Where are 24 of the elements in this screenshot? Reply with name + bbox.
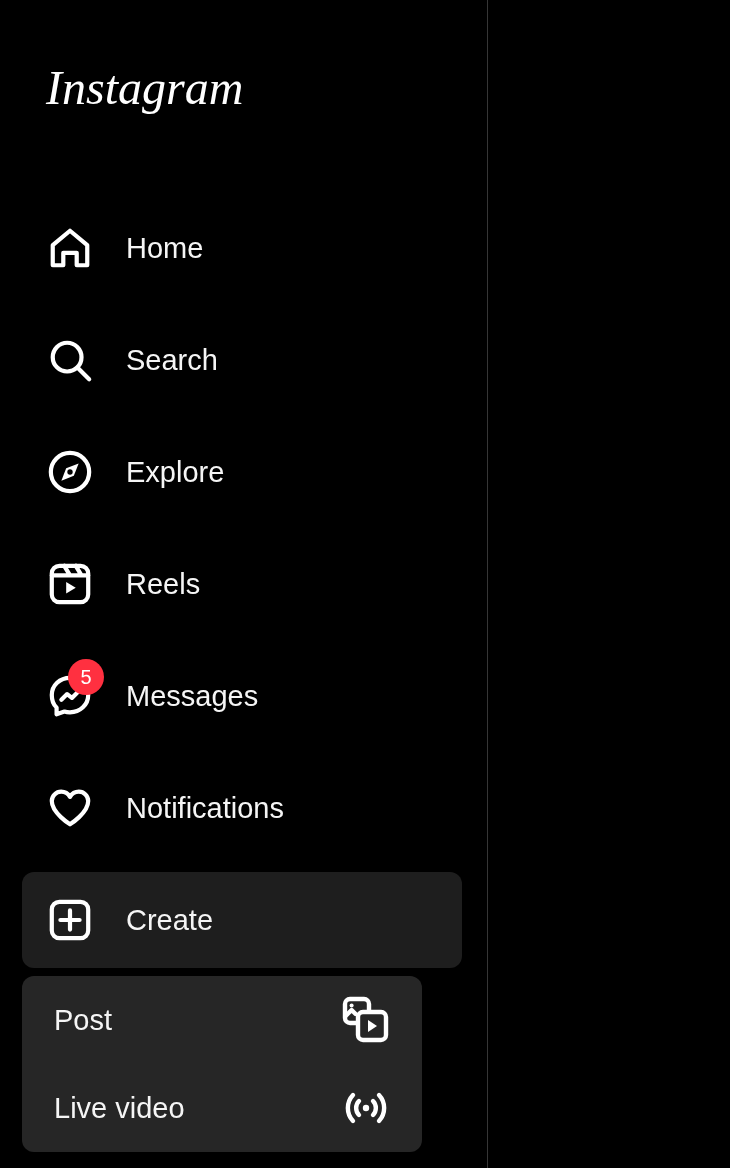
nav-label: Notifications bbox=[126, 791, 284, 825]
nav-item[interactable]: Explore bbox=[22, 424, 462, 520]
nav-item[interactable]: Search bbox=[22, 312, 462, 408]
reels-icon bbox=[47, 561, 93, 607]
nav-item[interactable]: Notifications bbox=[22, 760, 462, 856]
logo[interactable]: Instagram bbox=[46, 62, 244, 115]
plus-square-icon bbox=[47, 897, 93, 943]
nav-label: Explore bbox=[126, 455, 225, 489]
menu-item[interactable]: Post bbox=[22, 976, 422, 1064]
compass-icon bbox=[47, 449, 93, 495]
nav-item[interactable]: Create bbox=[22, 872, 462, 968]
nav-label: Messages bbox=[126, 679, 259, 713]
menu-label: Post bbox=[54, 1003, 113, 1037]
menu-label: Live video bbox=[54, 1091, 185, 1125]
nav-label: Home bbox=[126, 231, 204, 265]
nav-item[interactable]: Reels bbox=[22, 536, 462, 632]
nav-label: Search bbox=[126, 343, 218, 377]
menu-item[interactable]: Live video bbox=[22, 1064, 422, 1152]
nav-label: Reels bbox=[126, 567, 201, 601]
count-badge: 5 bbox=[68, 659, 104, 695]
media-icon bbox=[342, 996, 390, 1044]
nav-label: Create bbox=[126, 903, 214, 937]
nav-item[interactable]: 5 Messages bbox=[22, 648, 462, 744]
nav-item[interactable]: Home bbox=[22, 200, 462, 296]
